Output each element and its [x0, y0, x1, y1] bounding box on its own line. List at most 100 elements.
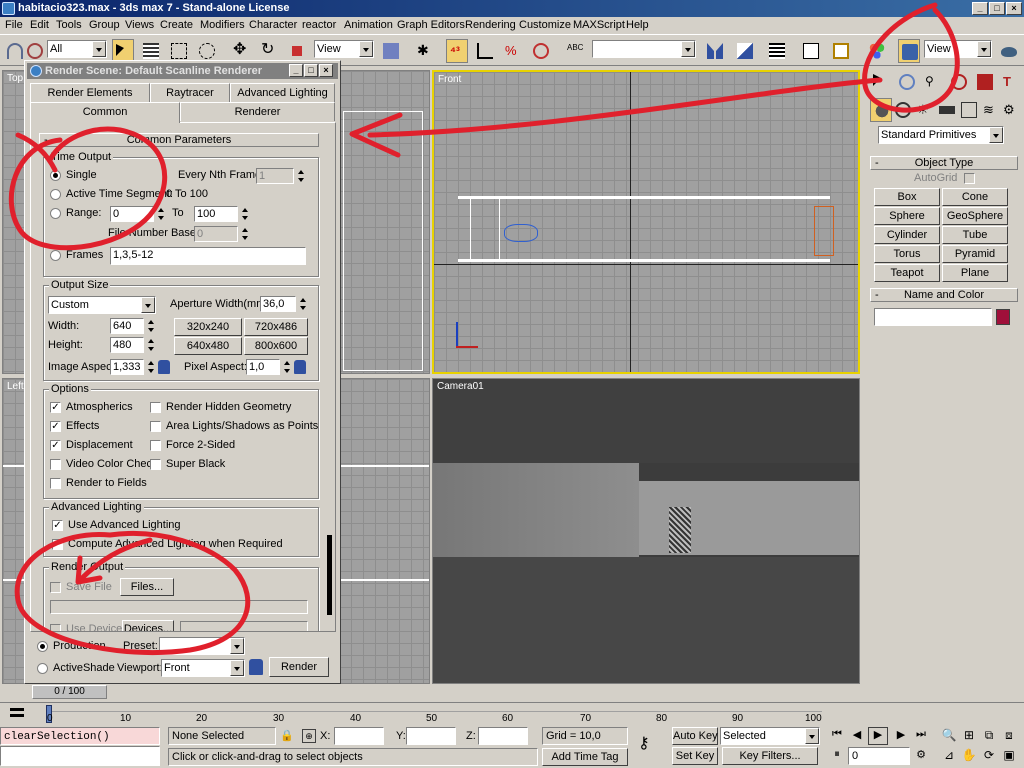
output-size-preset-dropdown[interactable]: Custom — [48, 296, 156, 314]
field-of-view-icon[interactable]: ⊿ — [940, 748, 958, 764]
preset-800x600-button[interactable]: 800x600 — [244, 337, 308, 355]
dialog-maximize-button[interactable]: □ — [304, 64, 318, 77]
minimize-button[interactable]: _ — [972, 2, 988, 15]
maximize-viewport-icon[interactable]: ▣ — [1000, 748, 1018, 764]
selection-filter-dropdown[interactable]: All — [47, 40, 107, 58]
range-from-input[interactable]: 0 — [110, 206, 154, 222]
menu-character[interactable]: Character — [249, 17, 297, 34]
name-color-rollout-header[interactable]: - Name and Color — [870, 288, 1018, 302]
preset-640x480-button[interactable]: 640x480 — [174, 337, 242, 355]
frames-radio[interactable] — [50, 250, 61, 261]
zoom-icon[interactable]: 🔍 — [940, 728, 958, 744]
percent-snap-button[interactable]: % — [502, 39, 524, 63]
render-to-fields-checkbox[interactable] — [50, 478, 61, 489]
menu-group[interactable]: Group — [89, 17, 120, 34]
activeshade-radio[interactable] — [37, 663, 48, 674]
primitive-category-dropdown[interactable]: Standard Primitives — [878, 126, 1004, 144]
production-radio[interactable] — [37, 641, 48, 652]
image-aspect-spinner[interactable] — [146, 359, 156, 375]
arc-rotate-icon[interactable]: ⟳ — [980, 748, 998, 764]
active-time-segment-radio[interactable] — [50, 189, 61, 200]
auto-key-button[interactable]: Auto Key — [672, 727, 718, 745]
schematic-view-button[interactable] — [830, 39, 852, 63]
object-color-swatch[interactable] — [996, 309, 1010, 325]
teapot-button[interactable]: Teapot — [874, 264, 940, 282]
effects-checkbox[interactable]: ✓ — [50, 421, 61, 432]
pixel-aspect-input[interactable]: 1,0 — [246, 359, 280, 375]
every-nth-frame-spinner[interactable] — [296, 168, 306, 184]
utilities-tab-icon[interactable]: T — [1000, 70, 1022, 94]
pyramid-button[interactable]: Pyramid — [942, 245, 1008, 263]
scrollbar-thumb[interactable] — [327, 535, 332, 615]
width-input[interactable]: 640 — [110, 318, 144, 334]
viewport-label-front[interactable]: Front — [438, 74, 461, 85]
object-name-input[interactable] — [874, 308, 992, 326]
time-configuration-icon[interactable]: ⚙ — [912, 748, 930, 764]
device-name-field[interactable] — [180, 621, 308, 631]
tube-button[interactable]: Tube — [942, 226, 1008, 244]
tab-raytracer[interactable]: Raytracer — [150, 83, 230, 102]
viewport-label-left[interactable]: Left — [7, 381, 24, 392]
aperture-width-spinner[interactable] — [298, 296, 308, 312]
next-frame-icon[interactable]: ▶ — [892, 728, 910, 744]
width-spinner[interactable] — [146, 318, 156, 334]
align-button[interactable] — [734, 39, 756, 63]
video-color-check-checkbox[interactable] — [50, 459, 61, 470]
track-bar[interactable]: 0 10 20 30 40 50 60 70 80 90 100 — [0, 702, 1024, 726]
autogrid-checkbox[interactable] — [964, 173, 975, 184]
pan-hand-icon[interactable]: ✋ — [960, 748, 978, 764]
height-input[interactable]: 480 — [110, 337, 144, 353]
range-to-spinner[interactable] — [240, 206, 250, 222]
space-warps-icon[interactable]: ≋ — [980, 98, 1002, 122]
zoom-all-icon[interactable]: ⊞ — [960, 728, 978, 744]
render-preset-dropdown[interactable] — [159, 637, 245, 655]
hierarchy-tab-icon[interactable]: ⚲ — [922, 70, 944, 94]
image-aspect-lock-icon[interactable] — [158, 360, 170, 374]
previous-frame-icon[interactable]: ◀ — [848, 728, 866, 744]
selection-lock-icon[interactable]: 🔒 — [280, 729, 294, 743]
panel-scrollbar[interactable] — [326, 125, 334, 631]
viewport-camera[interactable]: Camera01 — [432, 378, 860, 684]
range-from-spinner[interactable] — [156, 206, 166, 222]
menu-help[interactable]: Help — [626, 17, 649, 34]
key-mode-dropdown[interactable]: Selected — [720, 727, 820, 745]
cone-button[interactable]: Cone — [942, 188, 1008, 206]
curve-editor-button[interactable] — [800, 39, 822, 63]
file-number-base-spinner[interactable] — [240, 226, 250, 242]
frames-input[interactable]: 1,3,5-12 — [110, 247, 306, 265]
box-button[interactable]: Box — [874, 188, 940, 206]
pixel-aspect-spinner[interactable] — [282, 359, 292, 375]
preset-720x486-button[interactable]: 720x486 — [244, 318, 308, 336]
geometry-icon[interactable] — [870, 98, 892, 122]
render-type-dropdown[interactable]: View — [924, 40, 992, 58]
menu-create[interactable]: Create — [160, 17, 193, 34]
named-selection-sets-dropdown[interactable] — [592, 40, 696, 58]
z-coordinate-input[interactable] — [478, 727, 528, 745]
image-aspect-input[interactable]: 1,333 — [110, 359, 144, 375]
viewport-lock-icon[interactable] — [249, 659, 263, 675]
go-to-start-icon[interactable]: ⏮ — [828, 728, 846, 744]
plane-button[interactable]: Plane — [942, 264, 1008, 282]
render-viewport-dropdown[interactable]: Front — [161, 659, 245, 677]
displacement-checkbox[interactable]: ✓ — [50, 440, 61, 451]
edit-named-selection-button[interactable]: ABC — [564, 39, 586, 63]
render-scene-dialog-button[interactable] — [898, 39, 920, 63]
reference-coordinate-dropdown[interactable]: View — [314, 40, 374, 58]
sphere-button[interactable]: Sphere — [874, 207, 940, 225]
aperture-width-input[interactable]: 36,0 — [260, 296, 296, 312]
menu-file[interactable]: File — [5, 17, 23, 34]
zoom-extents-icon[interactable]: ⧉ — [980, 728, 998, 744]
range-to-input[interactable]: 100 — [194, 206, 238, 222]
force-2-sided-checkbox[interactable] — [150, 440, 161, 451]
save-file-checkbox[interactable] — [50, 582, 61, 593]
object-type-rollout-header[interactable]: - Object Type — [870, 156, 1018, 170]
angle-snap-button[interactable] — [474, 39, 496, 63]
y-coordinate-input[interactable] — [406, 727, 456, 745]
menu-animation[interactable]: Animation — [344, 17, 393, 34]
menu-edit[interactable]: Edit — [30, 17, 49, 34]
render-hidden-geometry-checkbox[interactable] — [150, 402, 161, 413]
height-spinner[interactable] — [146, 337, 156, 353]
close-button[interactable]: × — [1006, 2, 1022, 15]
super-black-checkbox[interactable] — [150, 459, 161, 470]
single-radio[interactable] — [50, 170, 61, 181]
